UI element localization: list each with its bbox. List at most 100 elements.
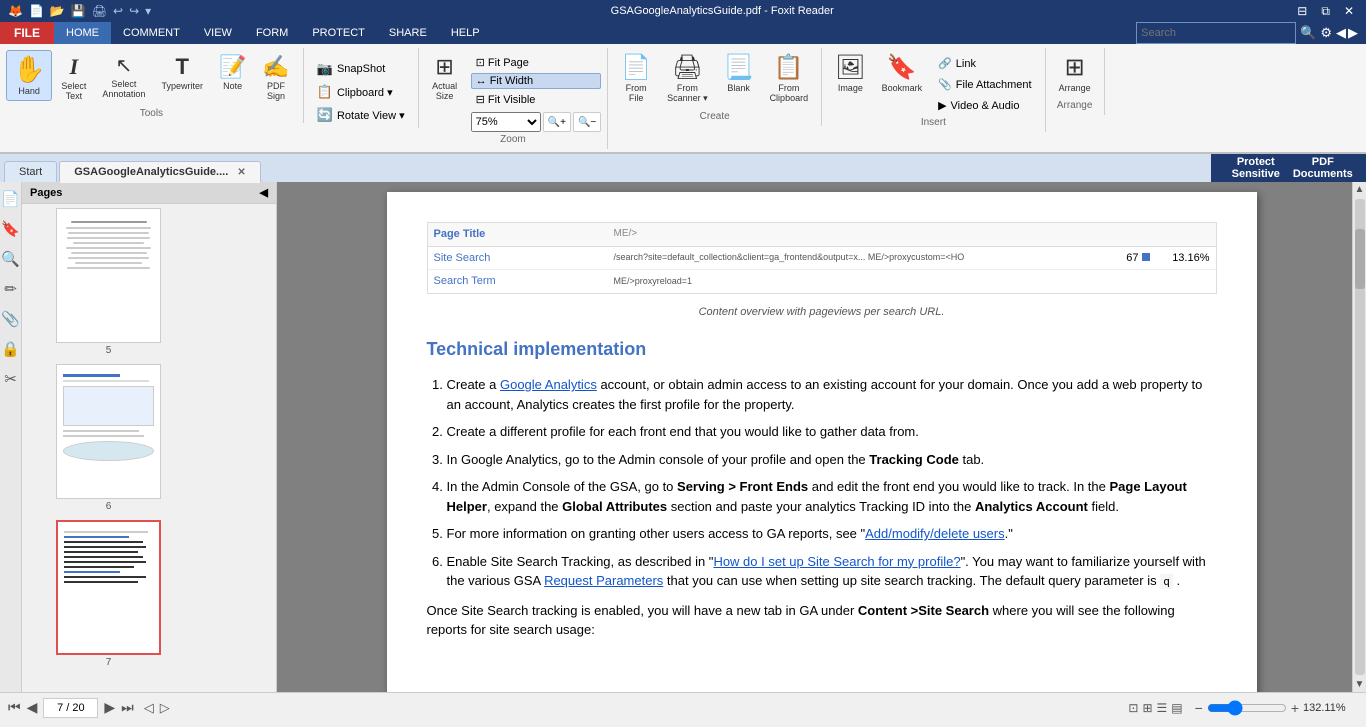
arrange-label: Arrange: [1059, 83, 1091, 93]
last-page-button[interactable]: ⏭: [121, 699, 134, 716]
fit-page-button[interactable]: ⊡ Fit Page: [471, 54, 602, 71]
table-search-term: Search Term: [434, 273, 614, 290]
save-icon[interactable]: 💾: [71, 4, 86, 18]
bottom-bar: ⏮ ◀ ▶ ⏭ ◁ ▷ ⊡ ⊞ ☰ ▤ − + 132.11%: [0, 692, 1366, 722]
close-button[interactable]: ✕: [1340, 4, 1358, 18]
from-scanner-button[interactable]: 🖨 FromScanner ▾: [660, 50, 715, 109]
rotate-view-label: Rotate View ▾: [337, 109, 405, 122]
home-menu-item[interactable]: HOME: [54, 22, 111, 44]
blank-button[interactable]: 📃 Blank: [717, 50, 761, 98]
page-thumb-7[interactable]: 7: [26, 520, 272, 668]
google-analytics-link[interactable]: Google Analytics: [500, 377, 597, 392]
from-file-button[interactable]: 📄 FromFile: [614, 50, 658, 108]
zoom-out-button[interactable]: −: [1195, 700, 1203, 716]
image-button[interactable]: 🖼 Image: [828, 50, 872, 98]
zoom-out-button[interactable]: 🔍−: [573, 112, 601, 132]
arrange-button[interactable]: ⊞ Arrange: [1052, 50, 1098, 98]
protect-menu-item[interactable]: PROTECT: [300, 22, 377, 44]
pages-sidebar-icon[interactable]: 📄: [0, 186, 22, 212]
scroll-up-button[interactable]: ▲: [1353, 182, 1366, 197]
file-menu-button[interactable]: FILE: [0, 22, 54, 44]
search-input[interactable]: [1136, 22, 1296, 44]
search-icon[interactable]: 🔍: [1300, 25, 1316, 41]
rotate-view-button[interactable]: 🔄 Rotate View ▾: [310, 104, 412, 126]
protect-banner: Protect Sensitive PDF Documents: [1211, 154, 1366, 182]
gsaguide-tab[interactable]: GSAGoogleAnalyticsGuide.... ✕: [59, 161, 260, 183]
restore-button[interactable]: ⧉: [1317, 4, 1334, 19]
fit-width-button[interactable]: ↔ Fit Width: [471, 73, 602, 89]
next-page-button[interactable]: ▶: [104, 699, 115, 716]
from-file-icon: 📄: [621, 55, 651, 81]
select-text-button[interactable]: I SelectText: [54, 50, 93, 106]
start-tab[interactable]: Start: [4, 161, 57, 182]
add-modify-delete-link[interactable]: Add/modify/delete users: [865, 526, 1004, 541]
nav-forward-button[interactable]: ▶: [1348, 25, 1358, 41]
snapshot-button[interactable]: 📷 SnapShot: [310, 58, 412, 80]
page-input[interactable]: [43, 698, 98, 718]
pages-scroll[interactable]: 5 6: [22, 204, 276, 692]
first-page-button[interactable]: ⏮: [8, 699, 21, 716]
share-menu-item[interactable]: SHARE: [377, 22, 439, 44]
site-search-profile-link[interactable]: How do I set up Site Search for my profi…: [713, 554, 960, 569]
redo-icon[interactable]: ↪: [129, 4, 139, 18]
content-area[interactable]: Page Title ME/> Site Search /search?site…: [277, 182, 1366, 692]
new-icon[interactable]: 📄: [29, 4, 44, 18]
form-menu-item[interactable]: FORM: [244, 22, 300, 44]
tools-sidebar-icon[interactable]: ✂: [2, 366, 19, 392]
video-audio-button[interactable]: ▶ Video & Audio: [931, 96, 1039, 115]
scroll-down-button[interactable]: ▼: [1353, 677, 1366, 692]
clipboard-button[interactable]: 📋 Clipboard ▾: [310, 81, 412, 103]
actual-size-button[interactable]: ⊞ ActualSize: [425, 50, 465, 106]
hand-button[interactable]: ✋ Hand: [6, 50, 52, 101]
page-thumb-6[interactable]: 6: [26, 364, 272, 512]
search-sidebar-icon[interactable]: 🔍: [0, 246, 22, 272]
bookmark-button[interactable]: 🔖 Bookmark: [875, 50, 930, 98]
tab-close-button[interactable]: ✕: [237, 167, 245, 178]
left-sidebar: 📄 🔖 🔍 ✏ 📎 🔒 ✂: [0, 182, 22, 692]
typewriter-button[interactable]: T Typewriter: [154, 50, 210, 96]
prev-page-button[interactable]: ◀: [27, 699, 38, 716]
scroll-track[interactable]: [1355, 199, 1365, 675]
select-annotation-button[interactable]: ↖ SelectAnnotation: [95, 50, 152, 104]
open-icon[interactable]: 📂: [50, 4, 65, 18]
vertical-scrollbar[interactable]: ▲ ▼: [1352, 182, 1366, 692]
security-sidebar-icon[interactable]: 🔒: [0, 336, 22, 362]
comments-sidebar-icon[interactable]: ✏: [2, 276, 19, 302]
create-group: 📄 FromFile 🖨 FromScanner ▾ 📃 Blank 📋 Fro…: [608, 48, 822, 126]
pdf-sign-button[interactable]: ✍ PDFSign: [255, 50, 296, 106]
page-thumb-5[interactable]: 5: [26, 208, 272, 356]
zoom-in-button[interactable]: 🔍+: [543, 112, 571, 132]
scroll-thumb[interactable]: [1355, 229, 1365, 289]
zoom-in-button-bottom[interactable]: +: [1291, 700, 1299, 716]
layout-single-icon[interactable]: ⊡: [1128, 701, 1138, 715]
request-parameters-link[interactable]: Request Parameters: [544, 573, 663, 588]
comment-menu-item[interactable]: COMMENT: [111, 22, 192, 44]
fit-visible-button[interactable]: ⊟ Fit Visible: [471, 91, 602, 108]
pdf-list: Create a Google Analytics account, or ob…: [447, 375, 1217, 591]
pdf-heading: Technical implementation: [427, 336, 1217, 363]
note-button[interactable]: 📝 Note: [212, 50, 253, 96]
tab-area: Start GSAGoogleAnalyticsGuide.... ✕ ▾ Pr…: [0, 154, 1366, 182]
help-menu-item[interactable]: HELP: [439, 22, 492, 44]
global-attributes-bold: Global Attributes: [562, 499, 667, 514]
link-button[interactable]: 🔗 Link: [931, 54, 1039, 73]
from-clipboard-button[interactable]: 📋 FromClipboard: [763, 50, 816, 108]
nav-back-button[interactable]: ◀: [1336, 25, 1346, 41]
nav-prev-icon[interactable]: ◁: [144, 700, 154, 716]
layout-facing-icon[interactable]: ⊞: [1142, 701, 1152, 715]
actual-size-label: ActualSize: [432, 81, 457, 101]
view-menu-item[interactable]: VIEW: [192, 22, 244, 44]
layout-continuous-icon[interactable]: ☰: [1157, 701, 1168, 715]
bookmarks-sidebar-icon[interactable]: 🔖: [0, 216, 22, 242]
undo-icon[interactable]: ↩: [113, 4, 123, 18]
ribbon-settings-icon[interactable]: ⚙: [1320, 25, 1332, 41]
zoom-select[interactable]: 75%: [471, 112, 541, 132]
pages-collapse-button[interactable]: ◀: [260, 186, 268, 199]
layout-facing-cont-icon[interactable]: ▤: [1171, 701, 1182, 715]
minimize-button[interactable]: ⊟: [1293, 4, 1311, 18]
attachments-sidebar-icon[interactable]: 📎: [0, 306, 22, 332]
file-attachment-button[interactable]: 📎 File Attachment: [931, 75, 1039, 94]
print-icon[interactable]: 🖨: [92, 4, 107, 18]
zoom-slider[interactable]: [1207, 700, 1287, 716]
nav-next-icon[interactable]: ▷: [160, 700, 170, 716]
